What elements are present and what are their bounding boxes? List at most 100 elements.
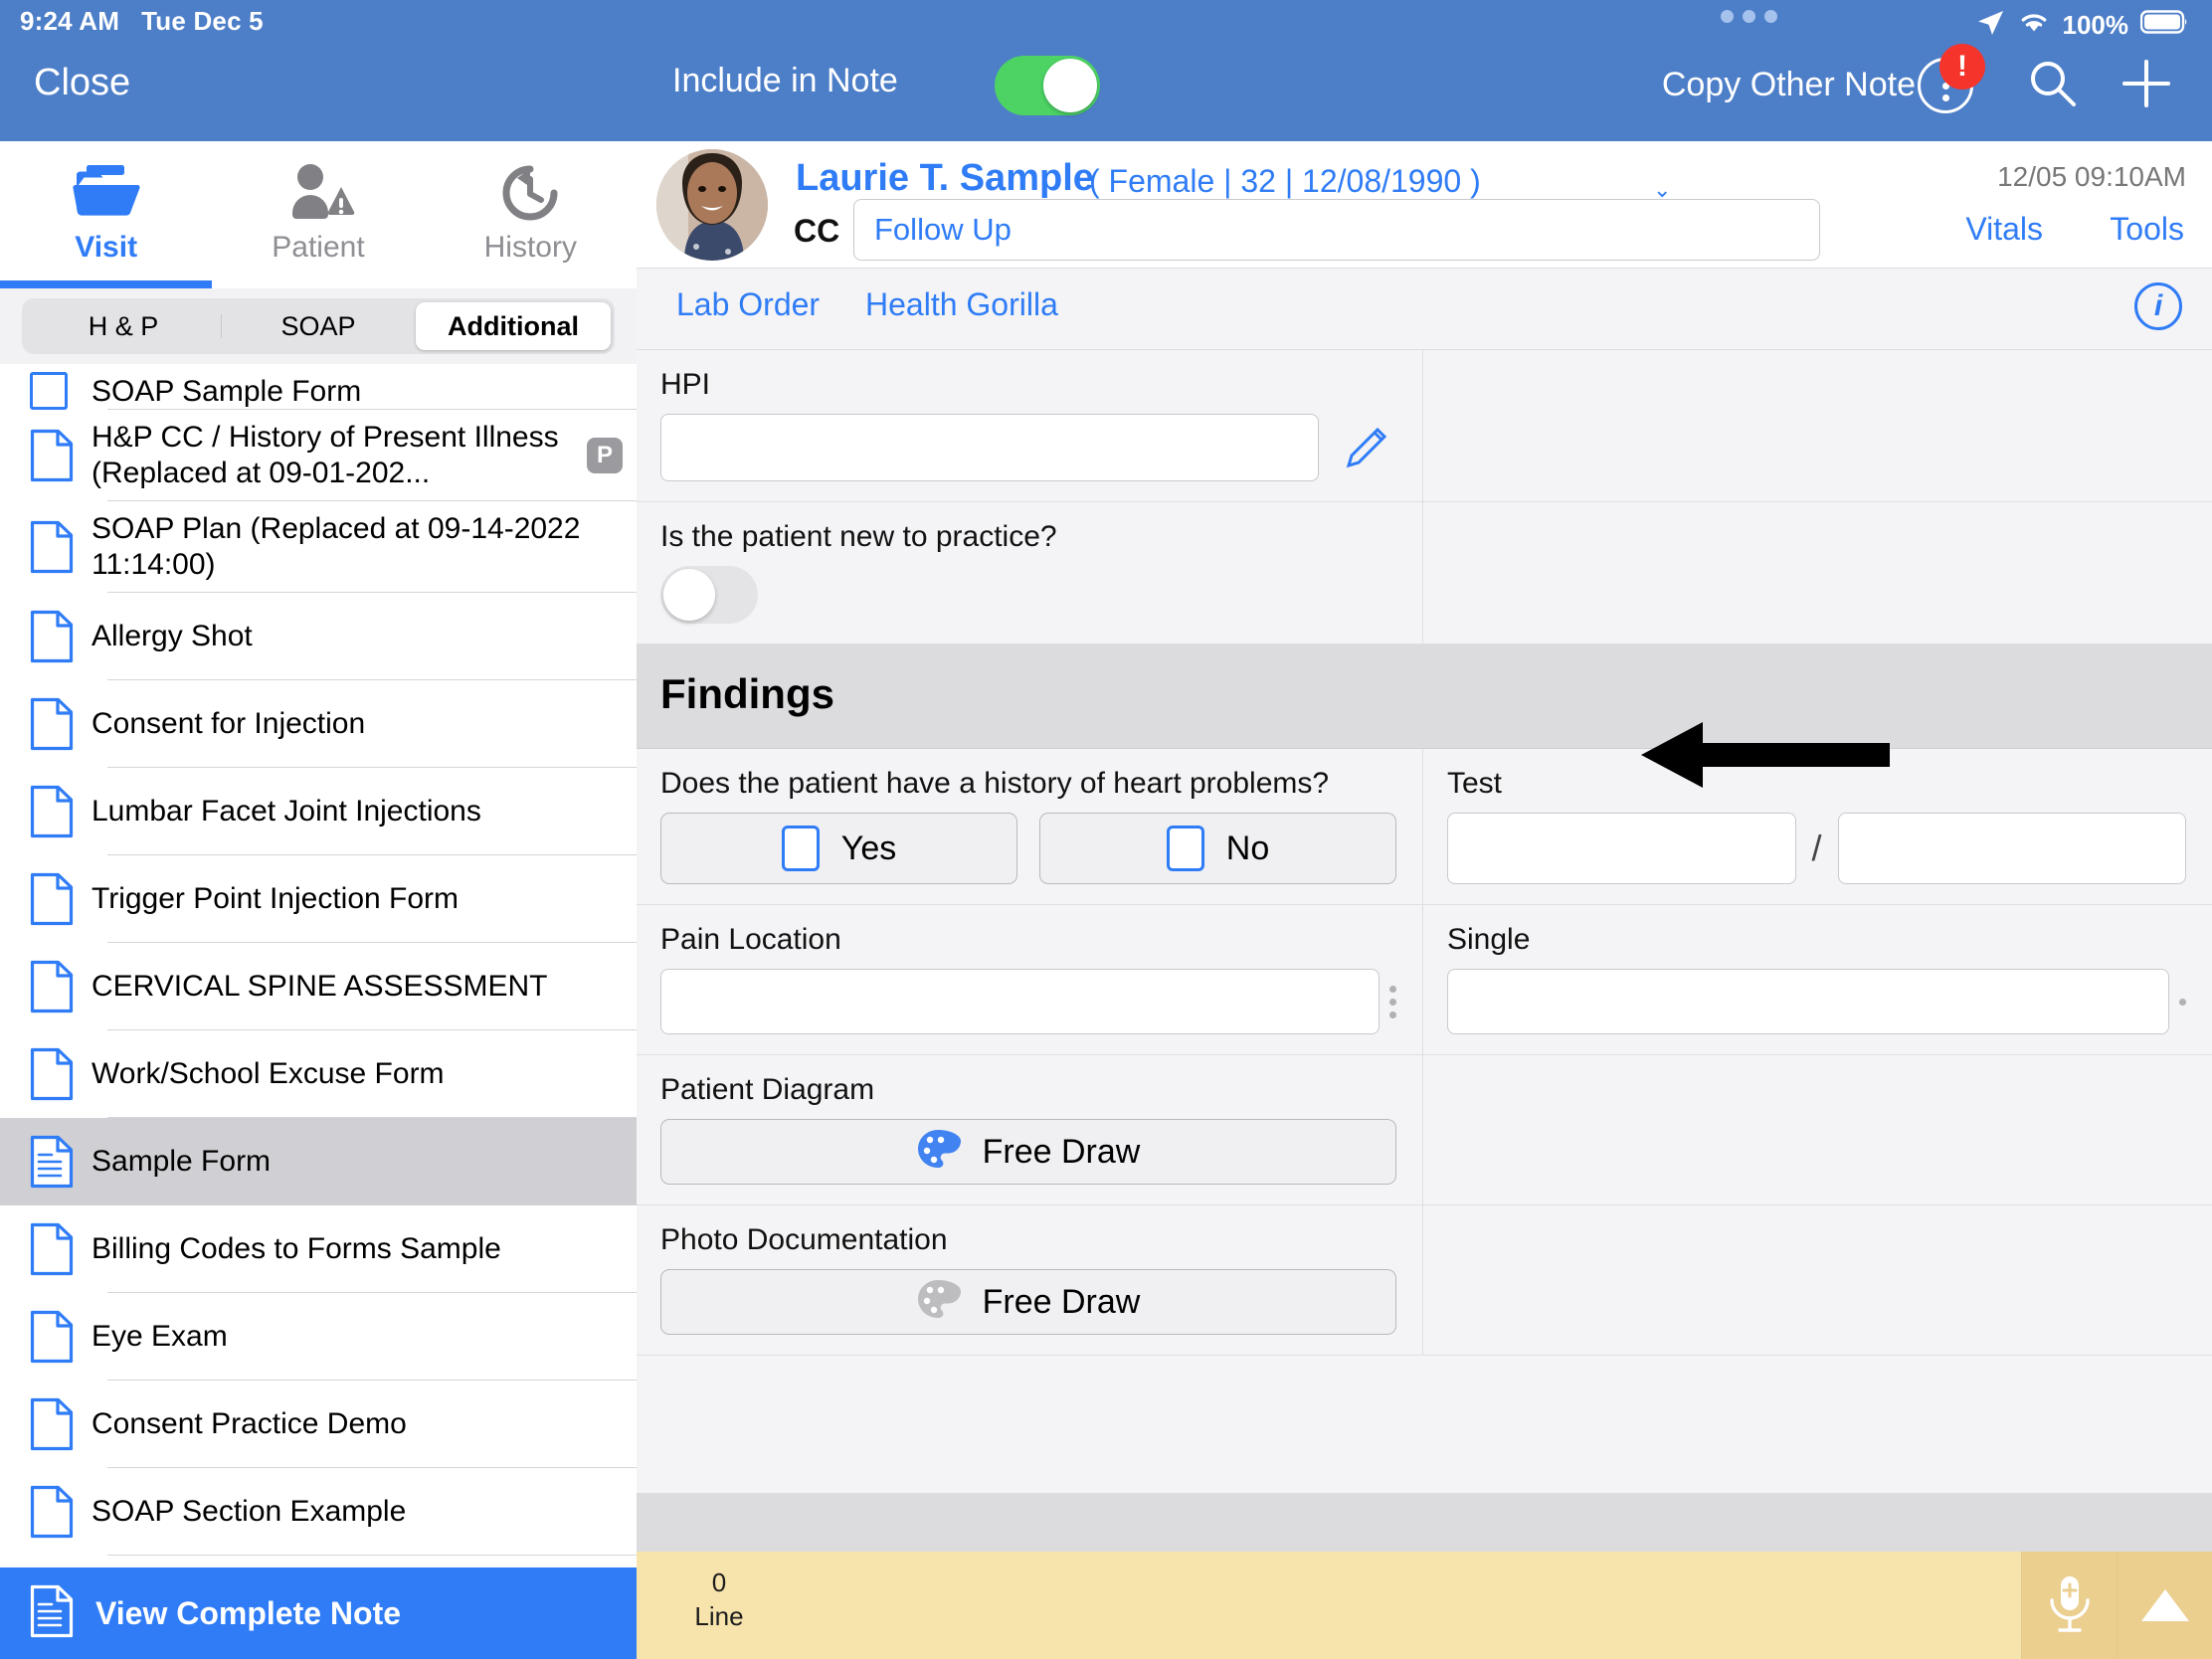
heart-question-label: Does the patient have a history of heart… xyxy=(660,767,1330,800)
include-in-note-toggle[interactable] xyxy=(995,56,1100,115)
pain-location-input[interactable] xyxy=(660,969,1380,1034)
pain-location-group: Pain Location xyxy=(637,905,1422,1055)
list-item-selected[interactable]: Sample Form xyxy=(0,1118,637,1205)
photo-documentation-empty-cell xyxy=(1422,1205,2212,1356)
status-date: Tue Dec 5 xyxy=(141,6,264,36)
search-icon[interactable] xyxy=(2027,58,2079,114)
new-patient-group: Is the patient new to practice? xyxy=(637,502,1422,645)
segment-soap[interactable]: SOAP xyxy=(221,302,416,350)
tab-visit[interactable]: Visit xyxy=(0,141,213,288)
list-item[interactable]: Billing Codes to Forms Sample xyxy=(0,1205,637,1293)
document-icon xyxy=(30,785,92,838)
document-lines-icon xyxy=(30,1135,92,1189)
list-item[interactable]: Consent for Injection xyxy=(0,680,637,768)
photo-documentation-free-draw-button[interactable]: Free Draw xyxy=(660,1269,1396,1335)
answer-yes-label: Yes xyxy=(840,829,897,867)
form-body: HPI Is the patient new to practice? Find… xyxy=(637,350,2212,1552)
patient-diagram-free-draw-button[interactable]: Free Draw xyxy=(660,1119,1396,1185)
test-input-2[interactable] xyxy=(1837,813,2187,884)
cc-input[interactable]: Follow Up xyxy=(853,199,1820,261)
list-item[interactable]: Lumbar Facet Joint Injections xyxy=(0,768,637,855)
answer-no-label: No xyxy=(1225,829,1270,867)
status-badge: P xyxy=(587,438,623,473)
list-item[interactable]: Allergy Shot xyxy=(0,593,637,680)
answer-yes-button[interactable]: Yes xyxy=(660,813,1017,884)
patient-bar: Laurie T. Sample ( Female | 32 | 12/08/1… xyxy=(637,141,2212,269)
avatar[interactable] xyxy=(656,149,768,261)
document-lines-icon xyxy=(30,1584,74,1643)
plus-icon[interactable] xyxy=(2119,56,2174,120)
list-item[interactable]: SOAP Section Example xyxy=(0,1468,637,1556)
single-options-icon[interactable] xyxy=(2179,998,2186,1006)
document-icon xyxy=(30,520,92,574)
hpi-field-group: HPI xyxy=(637,350,1422,502)
hpi-empty-cell xyxy=(1422,350,2212,502)
single-input[interactable] xyxy=(1447,969,2169,1034)
visit-timestamp: 12/05 09:10AM xyxy=(1997,161,2186,192)
segment-additional[interactable]: Additional xyxy=(416,302,611,350)
status-time: 9:24 AM xyxy=(20,6,120,36)
list-item[interactable]: Work/School Excuse Form xyxy=(0,1030,637,1118)
list-item-label: H&P CC / History of Present Illness (Rep… xyxy=(92,421,559,489)
alert-badge: ! xyxy=(1939,44,1985,90)
list-item-label: Sample Form xyxy=(92,1145,272,1178)
document-icon xyxy=(30,1485,92,1539)
view-complete-note-button[interactable]: View Complete Note xyxy=(0,1567,637,1659)
battery-icon xyxy=(2139,10,2188,41)
form-list[interactable]: SOAP Sample Form H&P CC / History of Pre… xyxy=(0,364,637,1567)
hpi-input[interactable] xyxy=(660,414,1319,481)
patient-diagram-empty-cell xyxy=(1422,1055,2212,1205)
list-item[interactable]: SOAP Sample Form xyxy=(0,364,637,410)
test-input-1[interactable] xyxy=(1447,813,1796,884)
pain-location-options-icon[interactable] xyxy=(1389,985,1396,1018)
list-item-label: Lumbar Facet Joint Injections xyxy=(92,795,481,828)
triangle-up-icon[interactable] xyxy=(2117,1552,2212,1659)
new-patient-toggle[interactable] xyxy=(660,566,758,624)
close-button[interactable]: Close xyxy=(34,62,130,104)
answer-no-button[interactable]: No xyxy=(1039,813,1396,884)
list-item-label: Consent for Injection xyxy=(92,707,366,740)
list-item-label: SOAP Section Example xyxy=(92,1495,407,1528)
list-item[interactable]: H&P CC / History of Present Illness (Rep… xyxy=(0,410,637,501)
info-icon[interactable]: i xyxy=(2134,282,2182,330)
list-item[interactable]: SOAP Plan (Replaced at 09-14-2022 11:14:… xyxy=(0,501,637,593)
hpi-section: HPI Is the patient new to practice? xyxy=(637,350,2212,645)
checkbox-icon[interactable] xyxy=(30,372,92,410)
checkbox-icon[interactable] xyxy=(1166,826,1204,871)
pencil-icon[interactable] xyxy=(1337,418,1396,477)
list-item-label: SOAP Plan (Replaced at 09-14-2022 11:14:… xyxy=(92,512,581,581)
window-grabber[interactable] xyxy=(1721,10,1777,23)
health-gorilla-link[interactable]: Health Gorilla xyxy=(865,286,1058,323)
tab-history[interactable]: History xyxy=(425,141,637,288)
document-icon xyxy=(30,1397,92,1451)
tab-patient[interactable]: Patient xyxy=(212,141,424,288)
list-item[interactable]: Consent Practice Demo xyxy=(0,1381,637,1468)
form-bottom-strip xyxy=(637,1493,2212,1552)
palette-icon xyxy=(917,1128,963,1177)
status-bar-right: 100% xyxy=(1975,8,2189,43)
single-field-group: Single xyxy=(1422,905,2212,1055)
microphone-plus-icon[interactable] xyxy=(2021,1552,2117,1659)
hpi-label: HPI xyxy=(660,368,711,401)
tab-visit-underline xyxy=(0,280,213,288)
list-item[interactable]: Eye Exam xyxy=(0,1293,637,1381)
line-count-label: Line xyxy=(694,1601,744,1631)
copy-other-note-button[interactable]: Copy Other Note xyxy=(1662,66,1916,104)
list-item[interactable]: CERVICAL SPINE ASSESSMENT xyxy=(0,943,637,1030)
lab-order-link[interactable]: Lab Order xyxy=(676,286,820,323)
list-item[interactable]: Trigger Point Injection Form xyxy=(0,855,637,943)
single-label: Single xyxy=(1447,923,1531,956)
palette-icon xyxy=(917,1278,963,1327)
vitals-link[interactable]: Vitals xyxy=(1965,211,2043,248)
test-field-group: Test / xyxy=(1422,749,2212,905)
patient-diagram-free-draw-label: Free Draw xyxy=(982,1132,1141,1171)
document-icon xyxy=(30,697,92,751)
form-filler xyxy=(637,1356,2212,1493)
right-panel: Include in Note 100% Copy Other Note ! L… xyxy=(637,0,2212,1659)
heart-question-group: Does the patient have a history of heart… xyxy=(637,749,1422,905)
pain-location-label: Pain Location xyxy=(660,923,841,956)
tools-link[interactable]: Tools xyxy=(2110,211,2184,248)
patient-name[interactable]: Laurie T. Sample xyxy=(796,157,1094,200)
segment-hp[interactable]: H & P xyxy=(26,302,221,350)
checkbox-icon[interactable] xyxy=(781,826,820,871)
